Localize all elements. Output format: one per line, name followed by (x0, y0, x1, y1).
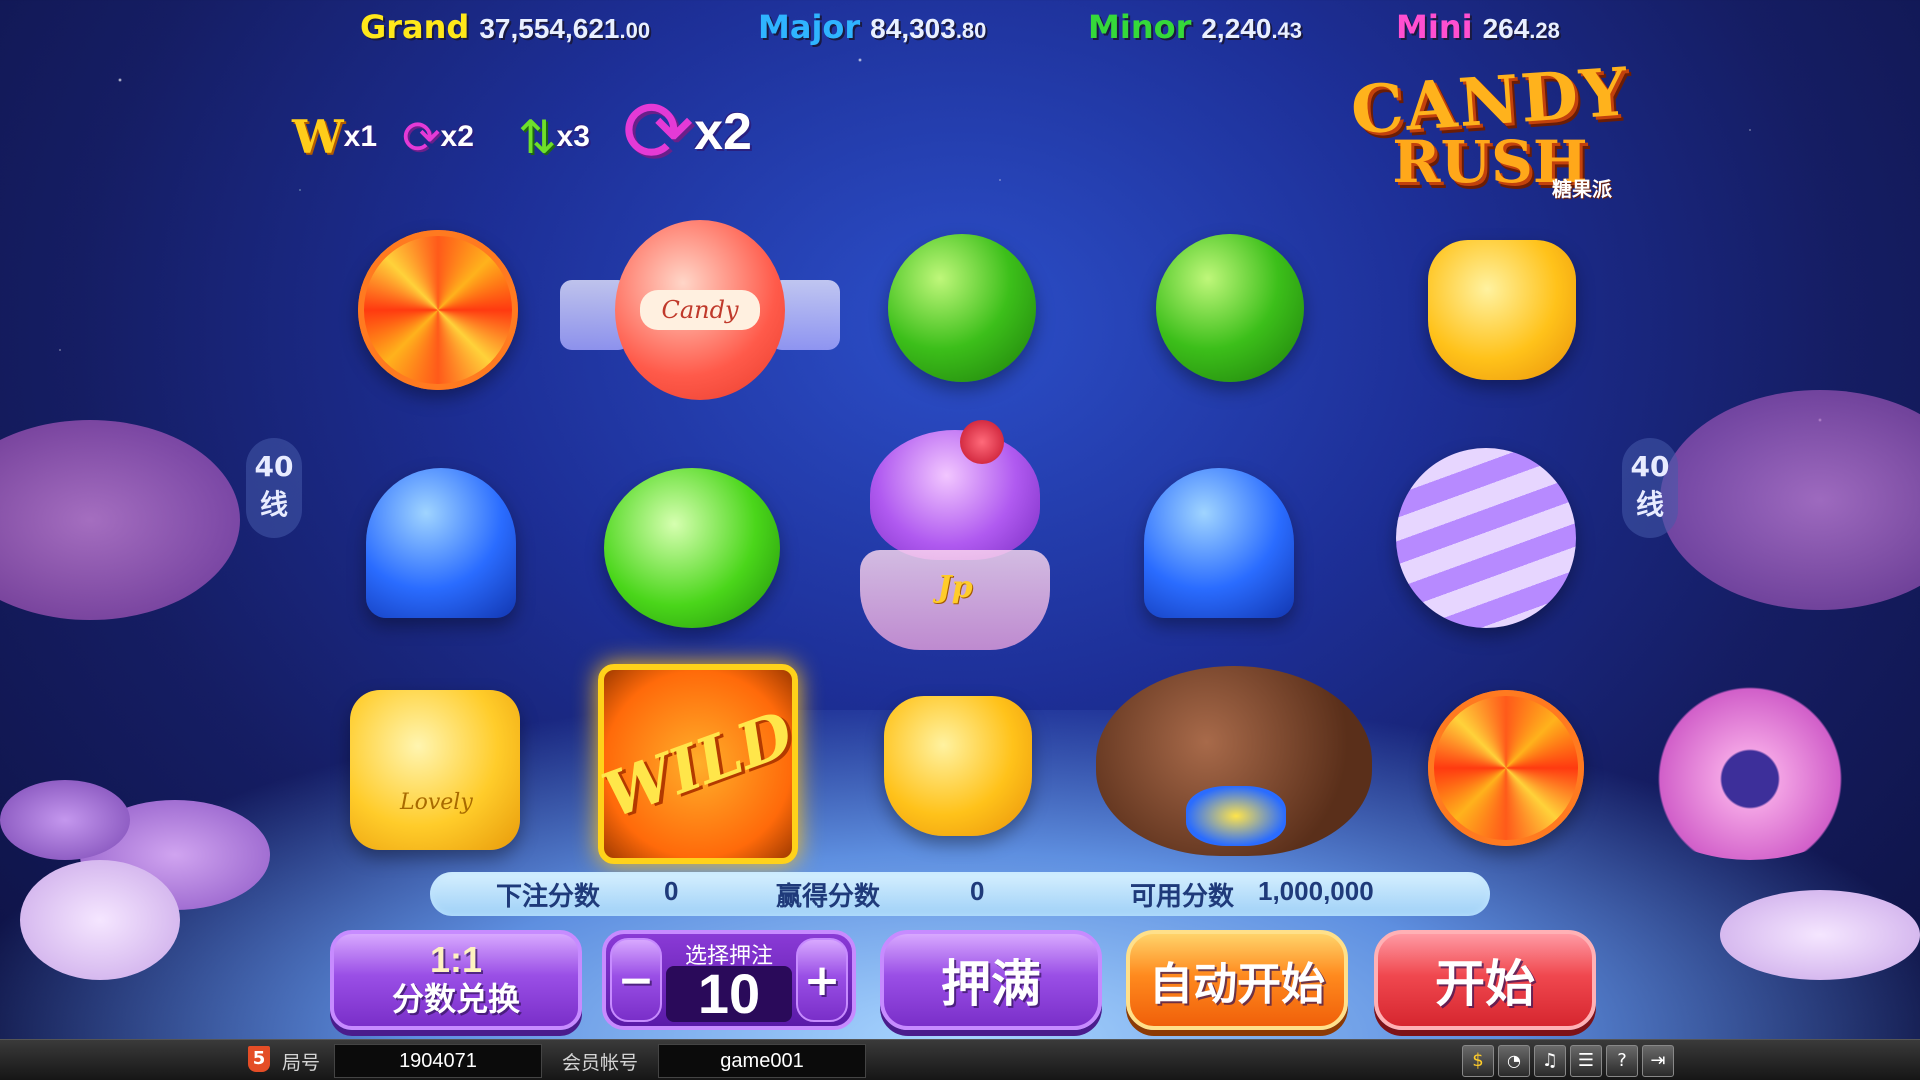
max-bet-button[interactable]: 押满 (880, 930, 1102, 1030)
credit-value: 1,000,000 (1258, 876, 1374, 906)
html5-icon: 5 (248, 1046, 270, 1072)
bet-selector: − 选择押注 10 + (602, 930, 856, 1030)
rss-icon[interactable]: ◔ (1498, 1045, 1530, 1077)
jackpot-major-label: Major (758, 8, 861, 46)
swap-arrows-icon: ⇅ (518, 110, 557, 164)
symbol-green-lollipop-2 (1156, 234, 1304, 382)
candy-wrapper-label: Candy (640, 290, 760, 330)
jackpot-grand-value: 37,554,621.00 (479, 13, 651, 44)
symbol-purple-wrapped-candy (1396, 448, 1576, 628)
symbol-orange-swirl-candy (358, 230, 518, 390)
plus-icon: + (803, 954, 841, 1006)
symbol-jackpot-cupcake: Jp (850, 420, 1060, 660)
symbol-chocolate-egg (1096, 666, 1372, 866)
minus-icon: − (617, 954, 655, 1006)
symbol-green-lollipop (888, 234, 1036, 382)
jackpot-grand-label: Grand (360, 8, 470, 46)
modifier-refresh-large: ⟳ x2 (622, 82, 752, 182)
modifier-swap-label: x3 (556, 120, 590, 153)
exchange-label: 分数兑换 (391, 980, 520, 1018)
account-value: game001 (658, 1044, 866, 1078)
refresh-pink-icon: ⟳ (402, 110, 441, 164)
symbol-blue-gumdrop-2 (1144, 468, 1294, 618)
jackpot-major-value: 84,303.80 (870, 13, 987, 44)
info-bar: 下注分数 0 赢得分数 0 可用分数 1,000,000 (430, 872, 1490, 916)
room-label: 局号 (282, 1052, 321, 1074)
symbol-yellow-heart-jelly-2 (884, 696, 1032, 836)
bet-value-display: 10 (666, 966, 792, 1022)
modifier-wild: W x1 (292, 110, 377, 164)
credit-label: 可用分数 (1130, 882, 1235, 912)
jackpot-bar: Grand 37,554,621.00 Major 84,303.80 Mino… (360, 8, 1610, 52)
bet-minus-button[interactable]: − (610, 938, 662, 1022)
macaron-left-back (0, 780, 130, 860)
logo-line1: CANDY (1348, 52, 1632, 150)
symbol-yellow-heart-jelly (1428, 240, 1576, 380)
account-label: 会员帐号 (562, 1052, 639, 1074)
room-value: 1904071 (334, 1044, 542, 1078)
modifier-swap: ⇅ x3 (518, 110, 590, 164)
lovely-label: Lovely (400, 790, 473, 815)
lines-badge-right: 40 线 (1622, 438, 1678, 538)
start-label: 开始 (1435, 955, 1535, 1013)
jackpot-minor-value: 2,240.43 (1201, 13, 1303, 44)
symbol-wrapped-candy: Candy (560, 220, 840, 400)
win-label: 赢得分数 (776, 882, 881, 912)
help-icon[interactable]: ? (1606, 1045, 1638, 1077)
cream-swirl-left (20, 860, 180, 980)
exchange-ratio: 1:1 (429, 939, 483, 980)
exchange-button[interactable]: 1:1 分数兑换 (330, 930, 582, 1030)
pink-hill-right (1660, 390, 1920, 610)
lines-right-number: 40 (1630, 450, 1670, 483)
modifier-refresh-label: x2 (440, 120, 474, 153)
lines-left-number: 40 (254, 450, 294, 483)
symbol-orange-swirl-candy-2 (1428, 690, 1584, 846)
donut-right (1620, 680, 1880, 860)
modifier-wild-label: x1 (343, 120, 378, 153)
symbol-blue-gumdrop (366, 468, 516, 618)
modifier-refresh: ⟳ x2 (402, 110, 474, 164)
symbol-green-wrapped-candy (604, 468, 780, 628)
jackpot-cup-label: Jp (937, 570, 973, 605)
auto-start-label: 自动开始 (1149, 959, 1325, 1010)
jackpot-grand: Grand 37,554,621.00 (360, 8, 650, 52)
jackpot-mini: Mini 264.28 (1396, 8, 1560, 52)
jackpot-minor-label: Minor (1088, 8, 1192, 46)
settings-icon[interactable]: ☰ (1570, 1045, 1602, 1077)
symbol-wild: WILD (593, 664, 803, 864)
jackpot-mini-value: 264.28 (1482, 13, 1560, 44)
music-icon[interactable]: ♫ (1534, 1045, 1566, 1077)
status-bar: 5 局号 1904071 会员帐号 game001 $ ◔ ♫ ☰ ? ⇥ (0, 1039, 1920, 1080)
wild-label: WILD (593, 696, 803, 832)
jackpot-major: Major 84,303.80 (758, 8, 986, 52)
auto-start-button[interactable]: 自动开始 (1126, 930, 1348, 1030)
logo-chinese: 糖果派 (1552, 177, 1612, 201)
modifier-refresh-large-label: x2 (694, 103, 752, 161)
lines-left-unit: 线 (259, 488, 288, 521)
refresh-large-icon: ⟳ (622, 82, 695, 182)
pink-hill-left (0, 420, 240, 620)
lines-badge-left: 40 线 (246, 438, 302, 538)
bet-label: 下注分数 (496, 882, 601, 912)
bet-plus-button[interactable]: + (796, 938, 848, 1022)
jackpot-mini-label: Mini (1396, 8, 1473, 46)
candy-rush-logo: CANDY RUSH 糖果派 (1310, 52, 1670, 208)
start-button[interactable]: 开始 (1374, 930, 1596, 1030)
symbol-lovely-heart-jar: Lovely (350, 690, 520, 850)
jackpot-minor: Minor 2,240.43 (1088, 8, 1302, 52)
max-bet-label: 押满 (941, 955, 1041, 1013)
win-value: 0 (970, 876, 985, 906)
exit-icon[interactable]: ⇥ (1642, 1045, 1674, 1077)
coin-bag-icon[interactable]: $ (1462, 1045, 1494, 1077)
cream-swirl-right (1720, 890, 1920, 980)
wild-w-icon: W (292, 110, 344, 164)
bet-value: 0 (664, 876, 679, 906)
lines-right-unit: 线 (1635, 488, 1664, 521)
